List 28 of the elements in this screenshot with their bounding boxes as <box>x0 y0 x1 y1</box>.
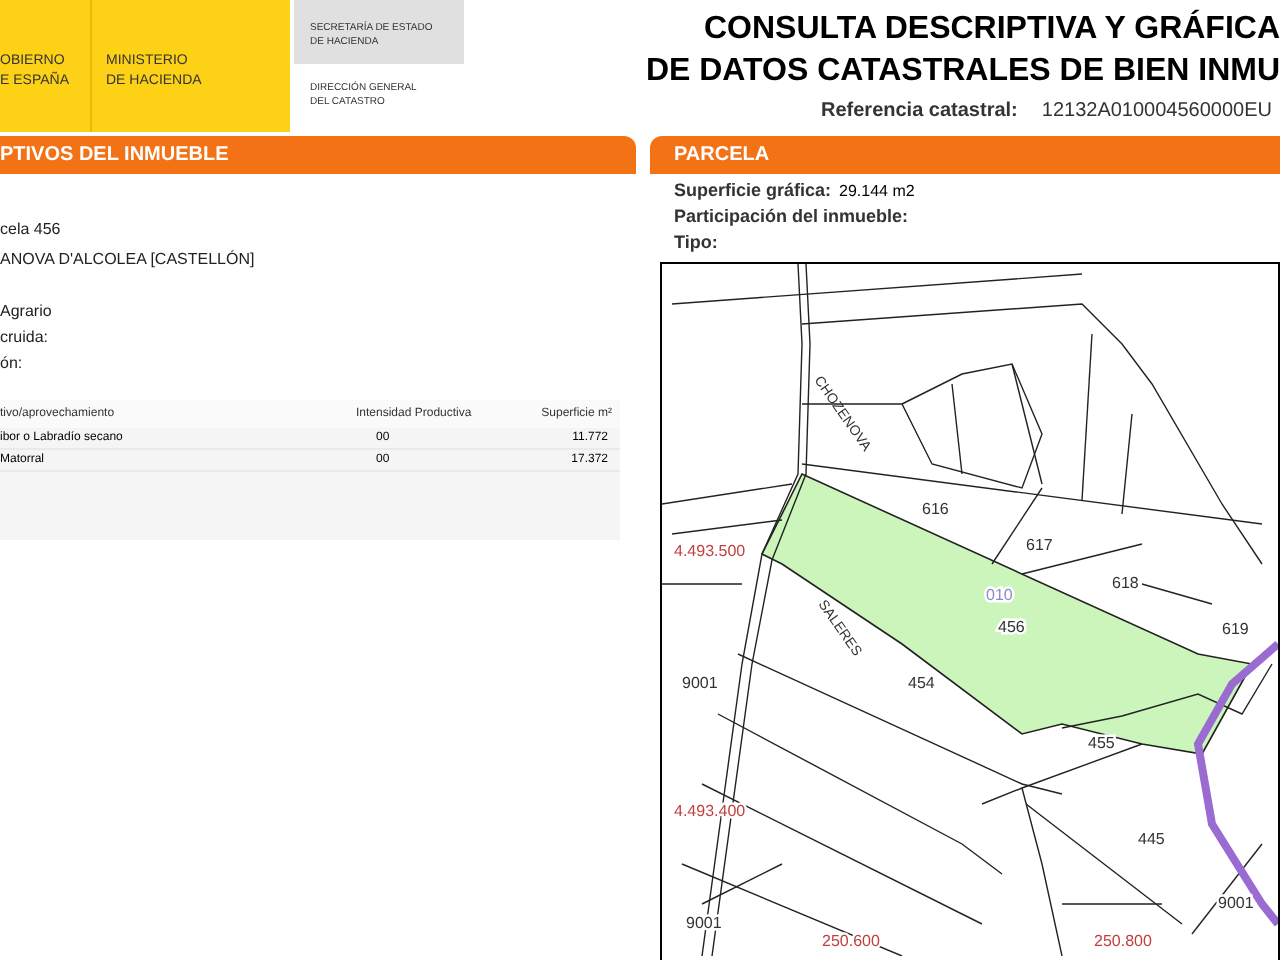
field-label: Superficie gráfica: <box>674 178 832 204</box>
parcel-number: 455 <box>1088 734 1115 752</box>
parcel-number: 454 <box>908 674 935 692</box>
reference-label: Referencia catastral: <box>821 98 1018 126</box>
parcel-number: 445 <box>1138 830 1165 848</box>
property-field: Agrario <box>0 298 636 324</box>
property-detail: ANOVA D'ALCOLEA [CASTELLÓN] <box>0 248 257 272</box>
field-label: Tipo: <box>674 230 718 256</box>
parcel-number: 456 <box>998 618 1025 636</box>
coordinate-label: 4.493.500 <box>674 542 746 560</box>
page-title: DE DATOS CATASTRALES DE BIEN INMU <box>645 52 1280 92</box>
field-label: Participación del inmueble: <box>674 204 909 230</box>
coordinate-label: 250.800 <box>1094 932 1152 950</box>
property-field: cruida: <box>0 324 636 350</box>
parcel-number: 010 <box>986 586 1013 604</box>
section-header: PTIVOS DEL INMUEBLE <box>0 136 636 174</box>
parcel-number: 618 <box>1112 574 1139 592</box>
property-detail: cela 456 <box>0 218 63 242</box>
parcel-number: 619 <box>1222 620 1249 638</box>
field-value: 29.144 m2 <box>839 180 915 204</box>
parcel-number: 617 <box>1026 536 1053 554</box>
parcel-number: 9001 <box>1218 894 1254 912</box>
page-title: CONSULTA DESCRIPTIVA Y GRÁFICA <box>703 8 1280 50</box>
reference-value: 12132A010004560000EU <box>1041 98 1272 126</box>
parcel-number: 616 <box>922 500 949 518</box>
section-header: PARCELA <box>650 136 1280 174</box>
property-field: ón: <box>0 350 636 376</box>
parcel-number: 9001 <box>682 674 718 692</box>
